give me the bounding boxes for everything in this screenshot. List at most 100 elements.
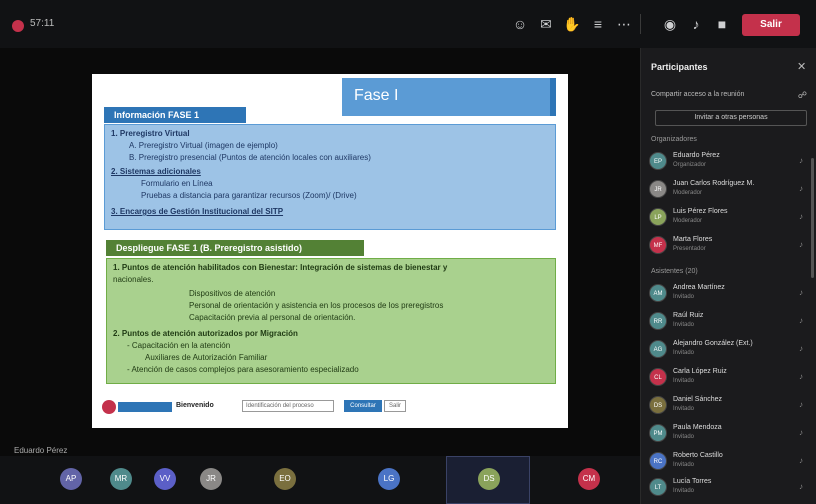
participant-item[interactable]: AG Alejandro González (Ext.) Invitado ♪ [649, 338, 809, 362]
participant-role: Invitado [673, 350, 695, 356]
mic-icon: ♪ [799, 212, 803, 221]
participant-avatar[interactable]: VV [154, 468, 176, 490]
mic-icon[interactable]: ♪ [686, 14, 706, 34]
participant-item[interactable]: AM Andrea Martínez Invitado ♪ [649, 282, 809, 306]
mic-icon: ♪ [799, 184, 803, 193]
shared-screen-stage: Fase I Información FASE 1 1. Preregistro… [0, 48, 640, 456]
section1-line: Formulario en Línea [141, 179, 213, 188]
participant-item[interactable]: RC Roberto Castillo Invitado ♪ [649, 450, 809, 474]
people-icon[interactable]: ☺ [510, 14, 530, 34]
avatar: JR [649, 180, 667, 198]
mic-icon: ♪ [799, 344, 803, 353]
participant-strip: AP MR VV JR EO LG DS CM [0, 456, 640, 504]
mic-icon: ♪ [799, 400, 803, 409]
meeting-toolbar: 57:11 ☺ ✉ ✋ ≡ ⋯ ◉ ♪ ■ Salir [0, 0, 816, 48]
avatar: CL [649, 368, 667, 386]
slide-title-box: Fase I [342, 78, 556, 116]
avatar: PM [649, 424, 667, 442]
participant-avatar[interactable]: LG [378, 468, 400, 490]
footer-input-mock: Identificación del proceso [242, 400, 334, 412]
mic-icon: ♪ [799, 156, 803, 165]
copy-link-icon[interactable]: ☍ [798, 86, 807, 104]
slide-title: Fase I [354, 87, 399, 104]
ellipsis-icon[interactable]: ⋯ [614, 14, 634, 34]
participant-role: Invitado [673, 322, 695, 328]
share-icon[interactable]: ■ [712, 14, 732, 34]
section2-line: nacionales. [113, 275, 154, 284]
participant-item[interactable]: LP Luis Pérez Flores Moderador ♪ [649, 206, 809, 230]
more-icon[interactable]: ≡ [588, 14, 608, 34]
organizers-group-label[interactable]: Organizadores [651, 136, 697, 143]
participant-role: Invitado [673, 406, 695, 412]
avatar: AG [649, 340, 667, 358]
panel-scrollbar[interactable] [811, 158, 814, 278]
speaker-label: Eduardo Pérez [14, 446, 68, 455]
mic-icon: ♪ [799, 372, 803, 381]
participant-item[interactable]: EP Eduardo Pérez Organizador ♪ [649, 150, 809, 174]
participant-item[interactable]: CL Carla López Ruiz Invitado ♪ [649, 366, 809, 390]
invite-button[interactable]: Invitar a otras personas [655, 110, 807, 126]
participant-name: Eduardo Pérez [673, 152, 720, 159]
participant-item[interactable]: RR Raúl Ruiz Invitado ♪ [649, 310, 809, 334]
participant-avatar[interactable]: EO [274, 468, 296, 490]
participants-panel: Participantes ✕ Compartir acceso a la re… [640, 48, 816, 504]
participant-name: Carla López Ruiz [673, 368, 727, 375]
section2-header: Despliegue FASE 1 (B. Preregistro asisti… [106, 240, 364, 256]
raise-hand-icon[interactable]: ✋ [562, 14, 582, 34]
participant-name: Juan Carlos Rodríguez M. [673, 180, 755, 187]
participant-item[interactable]: PM Paula Mendoza Invitado ♪ [649, 422, 809, 446]
participant-name: Raúl Ruiz [673, 312, 704, 319]
section2-line: - Atención de casos complejos para aseso… [127, 365, 359, 374]
attendees-group-label[interactable]: Asistentes (20) [651, 268, 698, 275]
panel-title: Participantes [651, 62, 708, 72]
toolbar-divider [640, 14, 641, 34]
meeting-timer: 57:11 [30, 18, 55, 29]
avatar: LT [649, 478, 667, 496]
participant-avatar[interactable]: AP [60, 468, 82, 490]
recording-icon [12, 20, 24, 32]
section1-box: 1. Preregistro Virtual A. Preregistro Vi… [104, 124, 556, 230]
leave-button[interactable]: Salir [742, 14, 800, 36]
participant-avatar[interactable]: JR [200, 468, 222, 490]
participant-role: Invitado [673, 488, 695, 494]
section2-line: Capacitación previa al personal de orien… [189, 313, 356, 322]
participant-name: Alejandro González (Ext.) [673, 340, 753, 347]
participant-name: Lucía Torres [673, 478, 712, 485]
avatar: DS [649, 396, 667, 414]
section2-box: 1. Puntos de atención habilitados con Bi… [106, 258, 556, 384]
avatar: AM [649, 284, 667, 302]
participant-role: Invitado [673, 294, 695, 300]
participant-avatar[interactable]: MR [110, 468, 132, 490]
participant-name: Roberto Castillo [673, 452, 723, 459]
participant-name: Marta Flores [673, 236, 713, 243]
avatar: RR [649, 312, 667, 330]
share-access-label: Compartir acceso a la reunión [651, 91, 745, 98]
participant-name: Paula Mendoza [673, 424, 722, 431]
mic-icon: ♪ [799, 428, 803, 437]
participant-role: Invitado [673, 462, 695, 468]
participant-item[interactable]: MF Marta Flores Presentador ♪ [649, 234, 809, 258]
participant-role: Invitado [673, 378, 695, 384]
close-icon[interactable]: ✕ [797, 60, 806, 73]
chat-icon[interactable]: ✉ [536, 14, 556, 34]
presentation-slide: Fase I Información FASE 1 1. Preregistro… [92, 74, 568, 428]
share-access-row[interactable]: Compartir acceso a la reunión ☍ [651, 86, 807, 104]
participant-item[interactable]: JR Juan Carlos Rodríguez M. Moderador ♪ [649, 178, 809, 202]
section1-line: A. Preregistro Virtual (imagen de ejempl… [129, 141, 278, 150]
avatar: LP [649, 208, 667, 226]
section1-line: 3. Encargos de Gestión Institucional del… [111, 207, 284, 216]
footer-button2-mock: Salir [384, 400, 406, 412]
section1-line: 1. Preregistro Virtual [111, 129, 190, 138]
participant-item[interactable]: LT Lucía Torres Invitado ♪ [649, 476, 809, 500]
participant-avatar[interactable]: DS [478, 468, 500, 490]
camera-icon[interactable]: ◉ [660, 14, 680, 34]
mic-icon: ♪ [799, 456, 803, 465]
section2-line: 1. Puntos de atención habilitados con Bi… [113, 263, 448, 272]
participant-avatar[interactable]: CM [578, 468, 600, 490]
footer-banner [118, 402, 172, 412]
mic-icon: ♪ [799, 482, 803, 491]
section1-line: B. Preregistro presencial (Puntos de ate… [129, 153, 371, 162]
section2-line: - Capacitación en la atención [127, 341, 231, 350]
logo-icon [102, 400, 116, 414]
participant-item[interactable]: DS Daniel Sánchez Invitado ♪ [649, 394, 809, 418]
